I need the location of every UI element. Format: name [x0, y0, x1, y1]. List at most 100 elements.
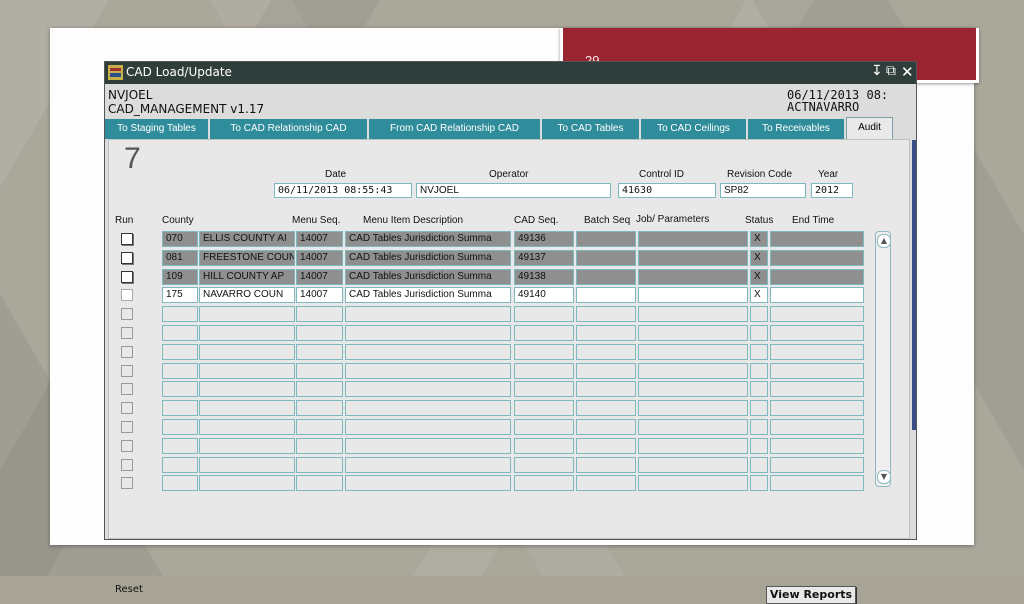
- menu-seq-cell[interactable]: 14007: [296, 231, 343, 247]
- batch-seq-cell[interactable]: [576, 325, 636, 341]
- county-code-cell[interactable]: 081: [162, 250, 198, 266]
- end-time-cell[interactable]: [770, 475, 864, 491]
- menu-desc-cell[interactable]: [345, 419, 511, 435]
- batch-seq-cell[interactable]: [576, 344, 636, 360]
- end-time-cell[interactable]: [770, 344, 864, 360]
- status-cell[interactable]: [750, 438, 768, 454]
- run-checkbox[interactable]: [121, 308, 133, 320]
- menu-seq-cell[interactable]: [296, 475, 343, 491]
- county-code-cell[interactable]: [162, 457, 198, 473]
- end-time-cell[interactable]: [770, 269, 864, 285]
- county-name-cell[interactable]: [199, 419, 295, 435]
- county-code-cell[interactable]: 175: [162, 287, 198, 303]
- minimize-icon[interactable]: ↧: [871, 63, 883, 79]
- cad-seq-cell[interactable]: [514, 475, 574, 491]
- county-name-cell[interactable]: FREESTONE COUN: [199, 250, 295, 266]
- job-params-cell[interactable]: [638, 287, 748, 303]
- run-checkbox[interactable]: [121, 421, 133, 433]
- revision-code-field[interactable]: SP82: [720, 183, 806, 198]
- menu-desc-cell[interactable]: [345, 400, 511, 416]
- end-time-cell[interactable]: [770, 287, 864, 303]
- cad-seq-cell[interactable]: [514, 325, 574, 341]
- job-params-cell[interactable]: [638, 250, 748, 266]
- end-time-cell[interactable]: [770, 231, 864, 247]
- end-time-cell[interactable]: [770, 400, 864, 416]
- menu-desc-cell[interactable]: [345, 325, 511, 341]
- status-cell[interactable]: X: [750, 231, 768, 247]
- county-code-cell[interactable]: [162, 419, 198, 435]
- job-params-cell[interactable]: [638, 269, 748, 285]
- county-code-cell[interactable]: [162, 325, 198, 341]
- job-params-cell[interactable]: [638, 363, 748, 379]
- run-checkbox[interactable]: [121, 346, 133, 358]
- county-name-cell[interactable]: ELLIS COUNTY AI: [199, 231, 295, 247]
- county-name-cell[interactable]: [199, 457, 295, 473]
- menu-seq-cell[interactable]: [296, 400, 343, 416]
- run-checkbox[interactable]: [121, 365, 133, 377]
- cad-seq-cell[interactable]: 49136: [514, 231, 574, 247]
- cad-seq-cell[interactable]: [514, 457, 574, 473]
- menu-seq-cell[interactable]: [296, 306, 343, 322]
- job-params-cell[interactable]: [638, 325, 748, 341]
- control-id-field[interactable]: 41630: [618, 183, 716, 198]
- run-checkbox[interactable]: [121, 477, 133, 489]
- job-params-cell[interactable]: [638, 419, 748, 435]
- tab-from-cad-relationship[interactable]: From CAD Relationship CAD: [369, 119, 542, 139]
- menu-desc-cell[interactable]: [345, 438, 511, 454]
- menu-seq-cell[interactable]: 14007: [296, 250, 343, 266]
- cad-seq-cell[interactable]: [514, 438, 574, 454]
- run-checkbox[interactable]: [121, 440, 133, 452]
- menu-seq-cell[interactable]: [296, 438, 343, 454]
- status-cell[interactable]: [750, 306, 768, 322]
- county-code-cell[interactable]: 070: [162, 231, 198, 247]
- tab-to-cad-relationship[interactable]: To CAD Relationship CAD: [210, 119, 369, 139]
- menu-seq-cell[interactable]: [296, 381, 343, 397]
- job-params-cell[interactable]: [638, 475, 748, 491]
- batch-seq-cell[interactable]: [576, 306, 636, 322]
- end-time-cell[interactable]: [770, 419, 864, 435]
- run-checkbox[interactable]: [121, 402, 133, 414]
- end-time-cell[interactable]: [770, 363, 864, 379]
- end-time-cell[interactable]: [770, 250, 864, 266]
- county-name-cell[interactable]: [199, 325, 295, 341]
- status-cell[interactable]: [750, 475, 768, 491]
- batch-seq-cell[interactable]: [576, 231, 636, 247]
- county-code-cell[interactable]: [162, 344, 198, 360]
- job-params-cell[interactable]: [638, 231, 748, 247]
- status-cell[interactable]: [750, 363, 768, 379]
- run-checkbox[interactable]: [121, 233, 133, 245]
- tab-to-staging-tables[interactable]: To Staging Tables: [105, 119, 210, 139]
- year-field[interactable]: 2012: [811, 183, 853, 198]
- county-code-cell[interactable]: [162, 400, 198, 416]
- menu-desc-cell[interactable]: [345, 306, 511, 322]
- status-cell[interactable]: [750, 457, 768, 473]
- tab-to-cad-tables[interactable]: To CAD Tables: [542, 119, 641, 139]
- menu-seq-cell[interactable]: [296, 325, 343, 341]
- menu-seq-cell[interactable]: [296, 419, 343, 435]
- cad-seq-cell[interactable]: 49138: [514, 269, 574, 285]
- batch-seq-cell[interactable]: [576, 363, 636, 379]
- job-params-cell[interactable]: [638, 344, 748, 360]
- menu-desc-cell[interactable]: [345, 344, 511, 360]
- close-icon[interactable]: ✕: [901, 63, 914, 81]
- batch-seq-cell[interactable]: [576, 475, 636, 491]
- operator-field[interactable]: NVJOEL: [416, 183, 611, 198]
- status-cell[interactable]: [750, 325, 768, 341]
- job-params-cell[interactable]: [638, 457, 748, 473]
- status-cell[interactable]: [750, 344, 768, 360]
- batch-seq-cell[interactable]: [576, 250, 636, 266]
- end-time-cell[interactable]: [770, 457, 864, 473]
- cad-seq-cell[interactable]: [514, 344, 574, 360]
- scroll-up-icon[interactable]: ▲: [877, 234, 891, 248]
- end-time-cell[interactable]: [770, 325, 864, 341]
- date-field[interactable]: 06/11/2013 08:55:43: [274, 183, 412, 198]
- job-params-cell[interactable]: [638, 438, 748, 454]
- end-time-cell[interactable]: [770, 381, 864, 397]
- menu-desc-cell[interactable]: CAD Tables Jurisdiction Summa: [345, 287, 511, 303]
- county-name-cell[interactable]: [199, 363, 295, 379]
- menu-seq-cell[interactable]: [296, 344, 343, 360]
- menu-desc-cell[interactable]: [345, 381, 511, 397]
- run-checkbox[interactable]: [121, 327, 133, 339]
- county-code-cell[interactable]: [162, 381, 198, 397]
- county-code-cell[interactable]: [162, 363, 198, 379]
